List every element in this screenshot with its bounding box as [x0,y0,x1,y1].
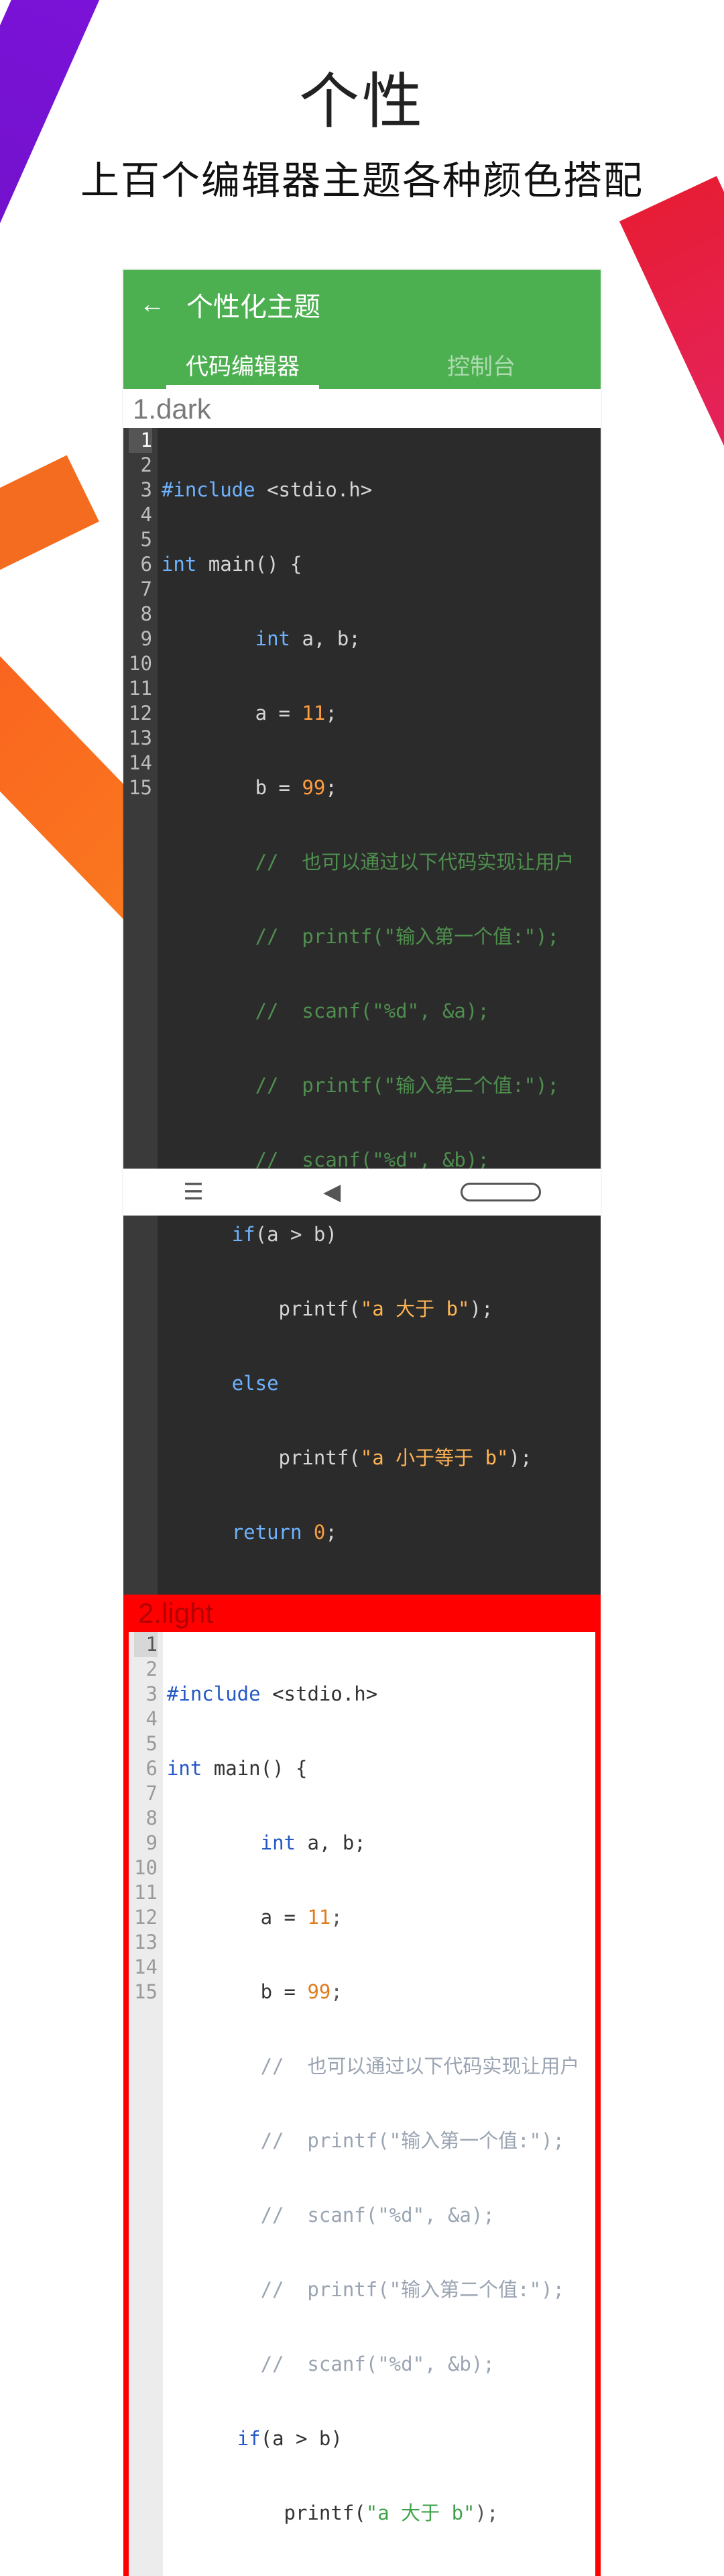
theme-preview-dark[interactable]: 1.dark 1 2 3 4 5 6 7 8 9 10 11 12 13 14 … [123,389,601,1595]
back-icon[interactable]: ← [139,290,165,319]
nav-home-pill[interactable] [461,1183,541,1201]
code-source: #include <stdio.h> int main() { int a, b… [163,1632,595,2576]
marketing-headline: 个性 上百个编辑器主题各种颜色搭配 [0,52,724,205]
tab-console-label: 控制台 [447,348,516,381]
theme-label-dark: 1.dark [123,389,601,428]
decorative-bar-orange-left [0,455,99,645]
code-block-dark: 1 2 3 4 5 6 7 8 9 10 11 12 13 14 15 #inc… [123,428,601,1595]
app-screenshot-frame: ← 个性化主题 代码编辑器 控制台 1.dark 1 2 3 4 5 6 7 8… [123,270,601,1216]
appbar-title: 个性化主题 [186,285,320,324]
line-gutter: 1 2 3 4 5 6 7 8 9 10 11 12 13 14 15 [123,428,158,1595]
theme-label-light: 2.light [129,1595,595,1632]
android-nav-bar: ☰ ◀ [123,1169,601,1216]
decorative-bar-redpink [619,176,724,951]
headline-title: 个性 [0,52,724,140]
theme-preview-light[interactable]: 2.light 1 2 3 4 5 6 7 8 9 10 11 12 13 14… [123,1595,601,2576]
nav-back-icon[interactable]: ◀ [323,1179,341,1205]
nav-menu-icon[interactable]: ☰ [183,1179,203,1205]
theme-tabs: 代码编辑器 控制台 [123,339,601,389]
headline-subtitle: 上百个编辑器主题各种颜色搭配 [0,149,724,205]
code-block-light: 1 2 3 4 5 6 7 8 9 10 11 12 13 14 15 #inc… [129,1632,595,2576]
code-source: #include <stdio.h> int main() { int a, b… [158,428,601,1595]
app-bar: ← 个性化主题 代码编辑器 控制台 [123,270,601,389]
line-gutter: 1 2 3 4 5 6 7 8 9 10 11 12 13 14 15 [129,1632,163,2576]
tab-console[interactable]: 控制台 [362,339,601,389]
tab-code-editor[interactable]: 代码编辑器 [123,339,362,389]
tab-code-editor-label: 代码编辑器 [186,348,300,381]
